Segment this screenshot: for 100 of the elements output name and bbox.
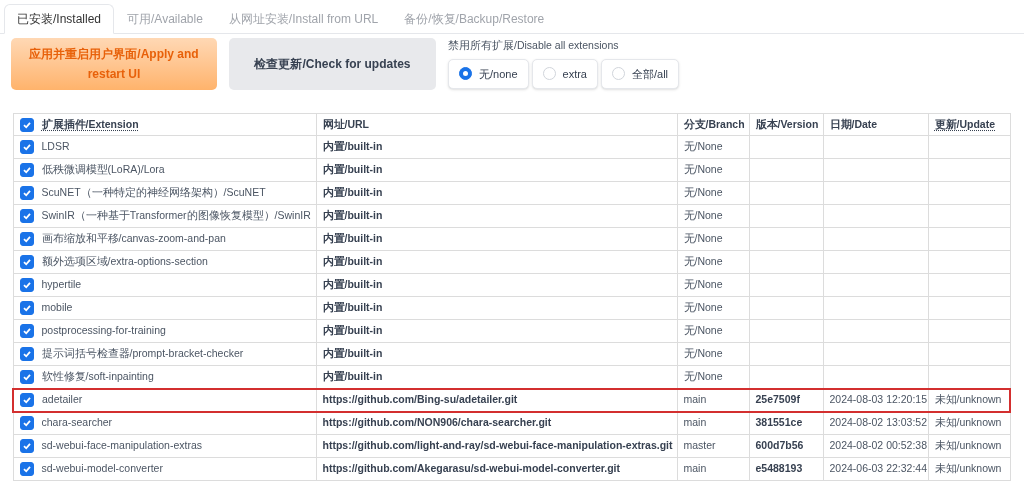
tab[interactable]: 已安装/Installed <box>4 4 115 34</box>
extension-name: hypertile <box>41 277 82 293</box>
checkbox[interactable] <box>19 186 34 200</box>
branch-text: 无/None <box>683 140 723 153</box>
checkmark-icon <box>21 349 32 359</box>
url-text: 内置/built-in <box>322 255 383 268</box>
checkmark-icon <box>21 418 32 429</box>
extension-name: chara-searcher <box>41 415 113 431</box>
url-text: 内置/built-in <box>322 140 383 153</box>
url-text: 内置/built-in <box>322 232 383 245</box>
branch-text: 无/None <box>683 163 723 176</box>
update-status: 未知/unknown <box>934 416 1002 429</box>
checkmark-icon <box>21 234 32 244</box>
url-text: 内置/built-in <box>322 209 383 222</box>
checkmark-icon <box>21 257 32 267</box>
column-header: 日期/Date <box>829 116 878 132</box>
column-header: 分支/Branch <box>683 116 745 132</box>
update-status: 未知/unknown <box>934 439 1002 452</box>
extension-name: adetailer <box>42 392 83 408</box>
extension-name: mobile <box>41 300 73 316</box>
radio-option[interactable]: 全部/all <box>601 58 680 89</box>
date-text: 2024-08-02 00:52:38 <box>829 439 927 452</box>
url-text: https://github.com/Akegarasu/sd-webui-model-converter.git <box>322 462 621 475</box>
url-text: 内置/built-in <box>322 278 383 291</box>
branch-text: 无/None <box>683 369 723 382</box>
checkbox[interactable] <box>19 232 34 246</box>
extension-name: ScuNET（一种特定的神经网络架构）/ScuNET <box>41 185 266 201</box>
branch-text: 无/None <box>683 347 723 360</box>
extension-name: sd-webui-face-manipulation-extras <box>41 438 202 454</box>
checkmark-icon <box>21 165 32 175</box>
url-text: 内置/built-in <box>322 324 383 337</box>
branch-text: 无/None <box>683 278 723 291</box>
date-text: 2024-08-02 13:03:52 <box>829 416 927 429</box>
url-text: https://github.com/Bing-su/adetailer.git <box>322 393 518 406</box>
extension-name: SwinIR（一种基于Transformer的图像恢复模型）/SwinIR <box>41 208 311 224</box>
checkmark-icon <box>21 371 32 382</box>
branch-text: 无/None <box>683 186 723 199</box>
checkbox[interactable] <box>19 324 34 338</box>
url-text: 内置/built-in <box>322 163 383 176</box>
branch-text: master <box>683 439 716 452</box>
extension-name: 提示词括号检查器/prompt-bracket-checker <box>41 346 244 362</box>
checkmark-icon <box>21 119 32 130</box>
checkbox[interactable] <box>19 255 34 269</box>
version-text: 600d7b56 <box>755 439 804 452</box>
extension-name: 软性修复/soft-inpainting <box>41 368 154 384</box>
checkmark-icon <box>21 464 32 474</box>
url-text: https://github.com/NON906/chara-searcher.git <box>322 416 552 429</box>
checkbox[interactable] <box>19 140 34 154</box>
update-status: 未知/unknown <box>934 462 1002 475</box>
checkmark-icon <box>21 211 32 221</box>
checkmark-icon <box>21 280 32 290</box>
checkmark-icon <box>21 303 32 313</box>
check-updates-button[interactable]: 检查更新/Check for updates <box>229 38 436 90</box>
version-text: 381551ce <box>755 416 803 429</box>
branch-text: 无/None <box>683 209 723 222</box>
extension-name: 低秩微调模型(LoRA)/Lora <box>41 162 165 178</box>
checkbox[interactable] <box>19 439 34 453</box>
date-text: 2024-06-03 22:32:44 <box>829 462 927 475</box>
checkmark-icon <box>21 441 32 451</box>
url-text: 内置/built-in <box>322 186 383 199</box>
extension-name: 额外选项区域/extra-options-section <box>41 254 208 270</box>
extension-name: 画布缩放和平移/canvas-zoom-and-pan <box>41 231 226 247</box>
extension-name: postprocessing-for-training <box>41 323 166 339</box>
radio-option[interactable]: 无/none <box>448 58 529 89</box>
url-text: 内置/built-in <box>322 301 383 314</box>
checkmark-icon <box>21 142 32 152</box>
column-header: 网址/URL <box>322 116 369 132</box>
checkmark-icon <box>22 395 32 405</box>
branch-text: main <box>683 462 707 475</box>
checkbox[interactable] <box>19 301 34 315</box>
disable-extensions-label: 禁用所有扩展/Disable all extensions <box>448 38 620 53</box>
column-header: 版本/Version <box>755 116 819 132</box>
checkbox[interactable] <box>19 462 34 476</box>
column-header: 更新/Update <box>934 116 995 132</box>
checkbox[interactable] <box>19 163 34 177</box>
checkbox[interactable] <box>20 393 34 407</box>
checkbox[interactable] <box>19 369 34 384</box>
update-status: 未知/unknown <box>934 393 1002 406</box>
radio-option[interactable]: extra <box>531 58 598 89</box>
version-text: e5488193 <box>755 462 803 475</box>
extension-name: sd-webui-model-converter <box>41 461 163 477</box>
checkbox[interactable] <box>19 416 34 431</box>
extension-name: LDSR <box>41 139 70 155</box>
branch-text: main <box>683 416 707 429</box>
version-text: 25e7509f <box>755 393 800 406</box>
checkbox[interactable] <box>19 278 34 292</box>
branch-text: 无/None <box>683 324 723 337</box>
date-text: 2024-08-03 12:20:15 <box>829 393 927 406</box>
checkbox[interactable] <box>19 209 34 223</box>
branch-text: main <box>683 393 707 406</box>
url-text: 内置/built-in <box>322 347 383 360</box>
url-text: https://github.com/light-and-ray/sd-webui-face-manipulation-extras.git <box>322 439 673 452</box>
branch-text: 无/None <box>683 301 723 314</box>
checkmark-icon <box>21 188 32 198</box>
url-text: 内置/built-in <box>322 369 383 382</box>
branch-text: 无/None <box>683 255 723 268</box>
checkbox[interactable] <box>19 347 34 361</box>
branch-text: 无/None <box>683 232 723 245</box>
checkmark-icon <box>21 326 32 336</box>
checkbox[interactable] <box>19 117 34 132</box>
